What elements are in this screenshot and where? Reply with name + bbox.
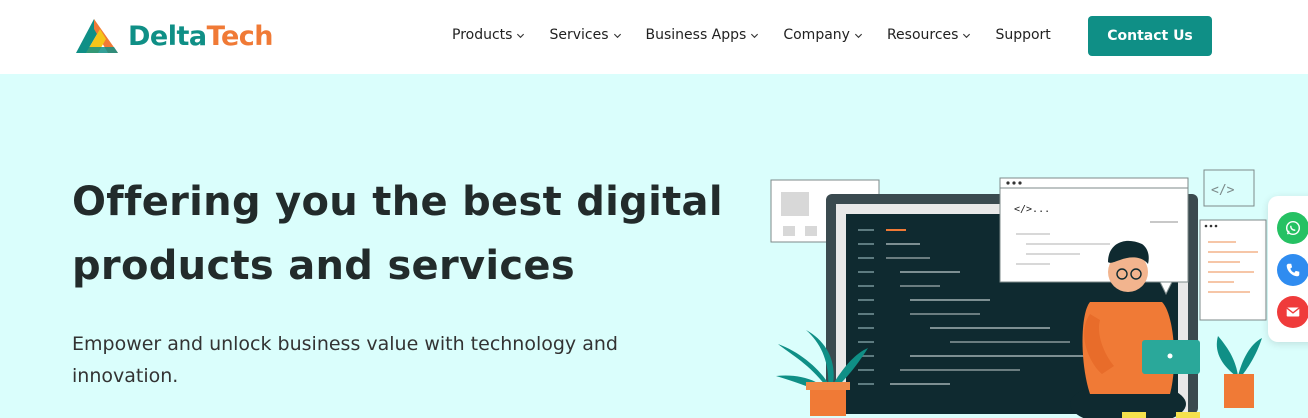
brand-name-delta: Delta — [128, 20, 207, 52]
chevron-down-icon — [854, 33, 862, 38]
small-plant-icon — [1216, 336, 1262, 408]
chevron-down-icon — [517, 33, 525, 38]
nav-item-business-apps[interactable]: Business Apps — [646, 27, 760, 43]
hero-title-line: products and services — [72, 243, 575, 289]
developer-illustration: </>... </> — [770, 169, 1267, 418]
nav-item-resources[interactable]: Resources — [887, 27, 972, 43]
hero-subtitle-line: Empower and unlock business value with t… — [72, 333, 618, 355]
nav-item-label: Company — [783, 27, 850, 43]
code-tag-text: </> — [1211, 183, 1235, 198]
phone-button[interactable] — [1277, 254, 1308, 286]
code-snippet-text: </>... — [1014, 204, 1050, 215]
brand-logo[interactable]: DeltaTech — [72, 14, 273, 58]
phone-icon — [1286, 263, 1300, 277]
code-window-icon: </>... — [999, 177, 1189, 296]
floating-contact-bar — [1268, 196, 1308, 342]
site-header: DeltaTech Products Services Business App… — [0, 0, 1308, 74]
hero-title: Offering you the best digital products a… — [72, 170, 752, 298]
mail-icon — [1286, 307, 1300, 317]
nav-item-services[interactable]: Services — [549, 27, 621, 43]
nav-item-products[interactable]: Products — [452, 27, 525, 43]
chevron-down-icon — [751, 33, 759, 38]
nav-item-label: Services — [549, 27, 609, 43]
delta-logo-icon — [76, 19, 118, 53]
brand-name: DeltaTech — [128, 23, 273, 50]
brand-name-tech: Tech — [206, 20, 274, 52]
hero-title-line: Offering you the best digital — [72, 179, 723, 225]
main-nav: Products Services Business Apps Company … — [452, 24, 1051, 46]
hero-subtitle: Empower and unlock business value with t… — [72, 328, 692, 392]
code-tag-icon: </> — [1203, 169, 1255, 207]
whatsapp-button[interactable] — [1277, 212, 1308, 244]
nav-item-company[interactable]: Company — [783, 27, 863, 43]
mail-button[interactable] — [1277, 296, 1308, 328]
nav-item-support[interactable]: Support — [995, 27, 1050, 43]
hero-section: Offering you the best digital products a… — [0, 74, 1308, 418]
nav-item-label: Products — [452, 27, 513, 43]
hero-subtitle-line: innovation. — [72, 365, 179, 387]
nav-item-label: Resources — [886, 27, 959, 43]
nav-item-label: Business Apps — [645, 27, 747, 43]
whatsapp-icon — [1285, 220, 1301, 236]
chevron-down-icon — [613, 33, 621, 38]
contact-us-button[interactable]: Contact Us — [1088, 16, 1212, 56]
document-window-icon — [1199, 219, 1267, 321]
chevron-down-icon — [963, 33, 971, 38]
nav-item-label: Support — [995, 27, 1051, 43]
